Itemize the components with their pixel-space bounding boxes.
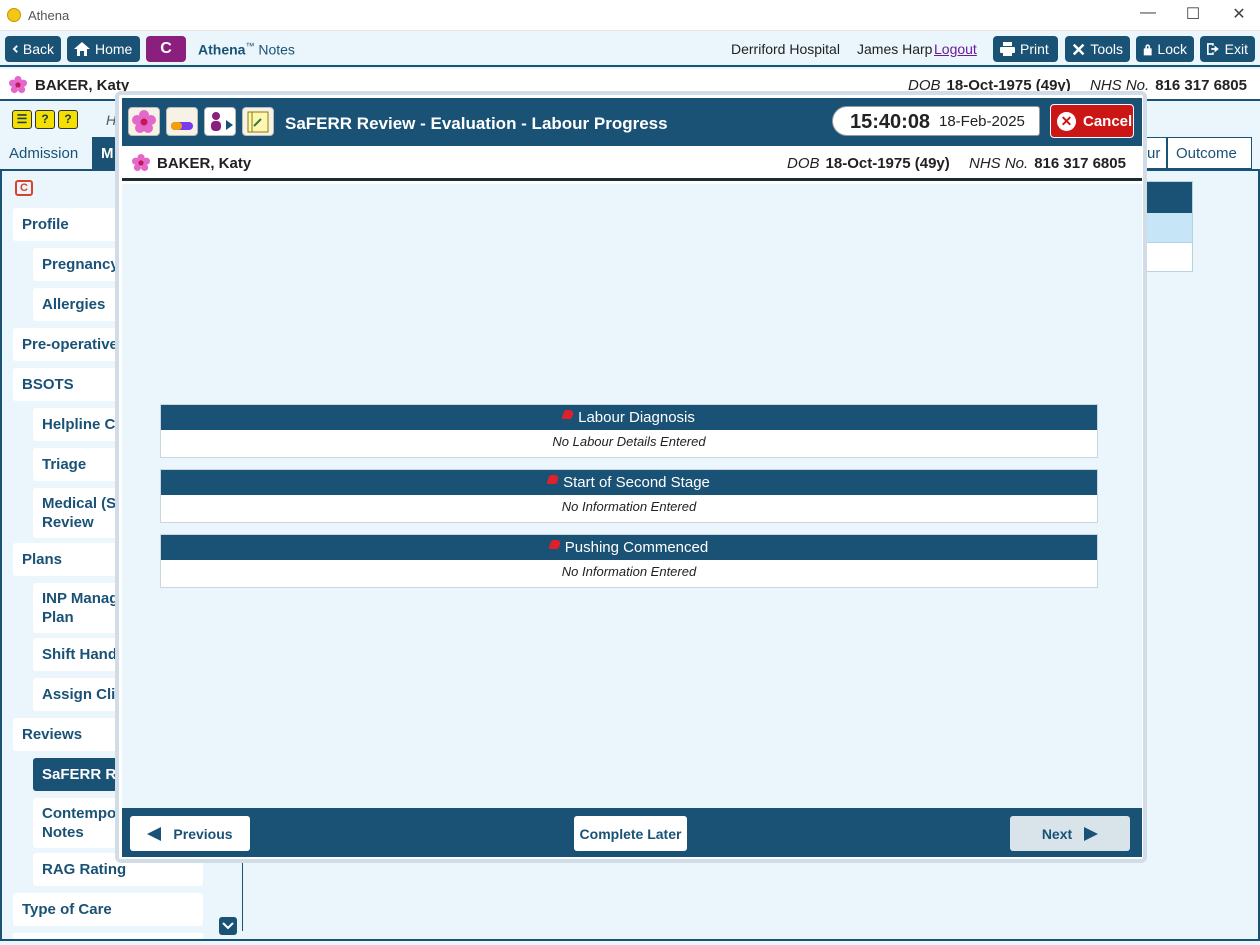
exit-icon <box>1207 43 1219 55</box>
window-titlebar: Athena — ☐ ✕ <box>0 0 1260 31</box>
section-header: Start of Second Stage <box>161 470 1097 495</box>
c-button[interactable]: C <box>146 36 186 62</box>
dialog-title: SaFERR Review - Evaluation - Labour Prog… <box>285 114 668 133</box>
user-name: James Harp <box>857 41 933 57</box>
home-icon <box>74 42 90 56</box>
patient-name: BAKER, Katy <box>35 77 130 94</box>
section-header: Pushing Commenced <box>161 535 1097 560</box>
logout-link[interactable]: Logout <box>934 41 977 57</box>
complete-later-button[interactable]: Complete Later <box>574 816 687 851</box>
dialog-header: SaFERR Review - Evaluation - Labour Prog… <box>122 98 1142 146</box>
datetime-display: 15:40:08 18-Feb-2025 <box>832 106 1040 136</box>
back-button[interactable]: Back <box>5 36 61 62</box>
person-icon <box>211 112 233 131</box>
next-button[interactable]: Next <box>1010 816 1130 851</box>
section-header: Labour Diagnosis <box>161 405 1097 430</box>
alert-icon-row: ☰ ? ? <box>12 110 78 129</box>
nav-type-of-care[interactable]: Type of Care <box>13 893 203 926</box>
printer-icon <box>1000 42 1015 56</box>
section-value: No Labour Details Entered <box>552 434 706 449</box>
tools-button[interactable]: Tools <box>1065 36 1130 62</box>
c-logo-icon: C <box>15 180 33 196</box>
pin-icon <box>561 410 575 419</box>
question-alert-icon[interactable]: ? <box>58 110 78 129</box>
tab-outcome[interactable]: Outcome <box>1167 137 1252 169</box>
flower-icon <box>132 154 150 172</box>
cancel-button[interactable]: ✕ Cancel <box>1050 104 1134 138</box>
lock-button[interactable]: Lock <box>1136 36 1194 62</box>
app-brand: Athena™ Notes <box>198 41 295 58</box>
section-value: No Information Entered <box>561 564 697 579</box>
scroll-down-button[interactable] <box>219 917 237 935</box>
dialog-patient-banner: BAKER, Katy DOB 18-Oct-1975 (49y) NHS No.… <box>122 146 1142 181</box>
hospital-name: Derriford Hospital <box>731 41 840 57</box>
tools-icon <box>1072 43 1085 55</box>
flower-icon <box>9 76 27 94</box>
chevron-down-icon <box>222 922 234 930</box>
dialog-patient-nhs: NHS No. 816 317 6805 <box>969 155 1126 172</box>
help-alert-icon[interactable]: ? <box>35 110 55 129</box>
arrow-right-icon <box>1084 826 1099 841</box>
medication-button[interactable] <box>166 107 198 136</box>
athena-app-icon <box>7 8 21 22</box>
chevron-left-icon <box>12 45 18 53</box>
close-window-icon[interactable]: ✕ <box>1229 4 1249 24</box>
dialog-body: Labour Diagnosis No Labour Details Enter… <box>122 184 1142 808</box>
exit-button[interactable]: Exit <box>1200 36 1255 62</box>
notepad-icon <box>247 111 269 133</box>
dialog-footer: Previous Complete Later Next <box>122 808 1142 857</box>
clock-time: 15:40:08 <box>850 111 931 133</box>
notes-alert-icon[interactable]: ☰ <box>12 110 32 129</box>
nav-item-partial <box>13 933 203 939</box>
clock-date: 18-Feb-2025 <box>939 113 1025 130</box>
saferr-review-dialog: SaFERR Review - Evaluation - Labour Prog… <box>115 91 1147 863</box>
section-value: No Information Entered <box>561 499 697 514</box>
main-toolbar: Back Home C Athena™ Notes Derriford Hosp… <box>0 31 1260 67</box>
print-button[interactable]: Print <box>993 36 1058 62</box>
pill-icon <box>171 122 193 130</box>
lock-icon <box>1143 43 1152 55</box>
previous-button[interactable]: Previous <box>130 816 250 851</box>
notes-button[interactable] <box>242 107 274 136</box>
pushing-commenced-section[interactable]: Pushing Commenced No Information Entered <box>160 534 1098 588</box>
flower-toolbar-button[interactable] <box>128 107 160 136</box>
arrow-left-icon <box>147 826 162 841</box>
close-icon: ✕ <box>1057 111 1076 131</box>
start-second-stage-section[interactable]: Start of Second Stage No Information Ent… <box>160 469 1098 523</box>
dialog-patient-dob: DOB 18-Oct-1975 (49y) <box>787 155 950 172</box>
home-button[interactable]: Home <box>67 36 140 62</box>
labour-diagnosis-section[interactable]: Labour Diagnosis No Labour Details Enter… <box>160 404 1098 458</box>
maximize-icon[interactable]: ☐ <box>1183 4 1203 24</box>
pin-icon <box>548 540 562 549</box>
window-title: Athena <box>28 8 70 23</box>
dialog-patient-name: BAKER, Katy <box>157 155 252 172</box>
minimize-icon[interactable]: — <box>1138 4 1158 22</box>
flower-icon <box>132 110 156 133</box>
pin-icon <box>546 475 560 484</box>
person-button[interactable] <box>204 107 236 136</box>
tab-admission[interactable]: Admission <box>0 137 92 169</box>
